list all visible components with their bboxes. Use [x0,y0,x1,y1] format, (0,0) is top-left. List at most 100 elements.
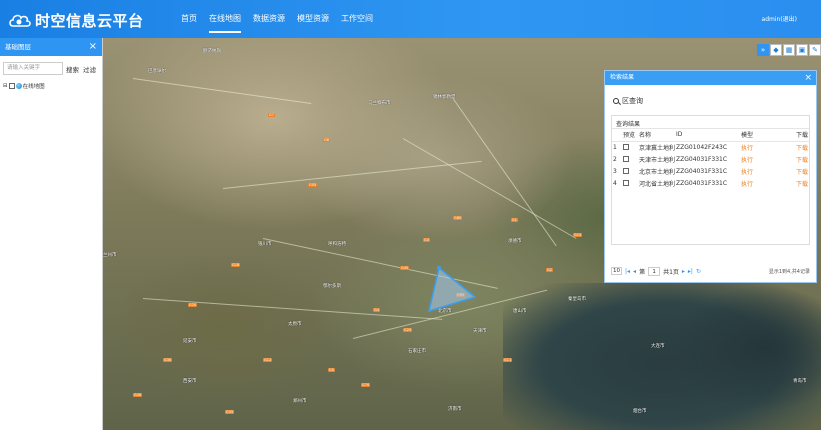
globe-icon [15,83,22,89]
map-label: 延安市 [183,339,197,344]
area-query-label: 区查询 [622,97,643,105]
pen-icon[interactable]: ✎ [809,44,821,56]
map-label: 青岛市 [793,379,807,384]
highway-shield: G55 [308,183,318,187]
refresh-icon[interactable]: ↻ [696,268,701,275]
highway-shield: G12 [263,358,273,362]
map-label: 大连市 [651,344,665,349]
map-label: 郑州市 [293,399,307,404]
search-icon [613,98,619,104]
nav-model-resources[interactable]: 模型资源 [291,0,335,38]
col-header-id: ID [675,129,740,142]
results-table: 预览 名称 ID 模型 下载 1 京津冀土地利用基 ZZG01042F243C … [612,129,810,189]
layer-search-input[interactable]: 请输入关键字 [3,62,63,75]
map-label: 济南市 [448,407,462,412]
col-header-model: 模型 [740,129,770,142]
col-header-preview: 预览 [622,129,638,142]
nav-online-map[interactable]: 在线地图 [203,0,247,38]
table-header-row: 预览 名称 ID 模型 下载 [612,129,810,142]
collapse-icon[interactable]: ⊟ [3,83,8,89]
layer-tree-item[interactable]: ⊟ 在线地图 [0,75,102,90]
highway-shield: G11 [503,358,513,362]
top-header: 时空信息云平台 首页 在线地图 数据资源 模型资源 工作空间 admin(退出) [0,0,821,38]
total-pages: 共1页 [663,268,679,276]
filter-button[interactable]: 过滤 [82,64,97,74]
next-page-icon[interactable]: ▸ [682,268,685,275]
layers-icon[interactable]: ◆ [770,44,782,56]
layer-checkbox[interactable] [8,83,15,89]
page-number-input[interactable]: 1 [648,266,661,276]
map-label: 银川市 [258,242,272,247]
highway-shield: G40 [133,393,143,397]
search-button[interactable]: 搜索 [65,64,80,74]
window-header[interactable]: 检索结果 × [605,71,816,85]
map-label: 唐山市 [513,309,527,314]
first-page-icon[interactable]: |◂ [625,268,630,275]
area-query-option[interactable]: 区查询 [605,85,816,106]
preview-checkbox[interactable] [623,156,629,162]
row-id: ZZG01042F243C [676,143,728,151]
download-link[interactable]: 下载 [770,165,810,177]
table-row[interactable]: 3 北京市土地利用基 ZZG04031F331C 执行 下载 [612,165,810,177]
table-row[interactable]: 4 河北省土地利用基 ZZG04031F331C 执行 下载 [612,177,810,189]
preview-checkbox[interactable] [623,180,629,186]
table-row[interactable]: 2 天津市土地利用基 ZZG04031F331C 执行 下载 [612,153,810,165]
query-polygon[interactable] [423,263,483,318]
cloud-icon [8,11,32,29]
picture-icon[interactable]: ▣ [796,44,808,56]
nav-workspace[interactable]: 工作空间 [335,0,379,38]
row-id: ZZG04031F331C [676,155,728,163]
road-line [142,298,443,320]
row-id: ZZG04031F331C [676,167,728,175]
map-label: 烟台市 [633,409,647,414]
results-panel: 查询结果 预览 名称 ID 模型 下载 1 京津冀土地利用基 [611,115,810,245]
row-id: ZZG04031F331C [676,179,728,187]
col-header-index [612,129,622,142]
logo[interactable]: 时空信息云平台 [8,9,144,31]
execute-link[interactable]: 执行 [740,177,770,189]
highway-shield: G1 [511,218,518,222]
last-page-icon[interactable]: ▸| [688,268,693,275]
results-title: 查询结果 [612,116,809,129]
map-label: 乌兰察布市 [368,101,391,106]
preview-checkbox[interactable] [623,168,629,174]
close-icon[interactable]: × [804,71,812,85]
base-layer-panel: 基础图层 × 请输入关键字 搜索 过滤 ⊟ 在线地图 [0,38,103,430]
query-results-window: 检索结果 × 区查询 查询结果 预览 名称 ID 模型 下载 1 京津冀土地利 … [604,70,817,283]
map-label: 太原市 [288,322,302,327]
highway-shield: G20 [188,303,198,307]
execute-link[interactable]: 执行 [740,165,770,177]
table-row[interactable]: 1 京津冀土地利用基 ZZG01042F243C 执行 下载 [612,141,810,153]
highway-shield: G25 [403,328,413,332]
map-label: 巴彦淖尔 [148,69,166,74]
highway-shield: G18 [231,263,241,267]
download-link[interactable]: 下载 [770,153,810,165]
row-index: 1 [613,143,617,151]
row-index: 3 [613,167,617,175]
road-line [402,138,577,239]
page-size-select[interactable]: 10 [611,267,622,275]
preview-checkbox[interactable] [623,144,629,151]
close-icon[interactable]: × [89,38,97,56]
execute-link[interactable]: 执行 [740,153,770,165]
highway-shield: G30 [163,358,173,362]
pagination-info: 显示1到4,共4记录 [768,268,810,275]
highway-shield: G5 [328,368,335,372]
prev-page-icon[interactable]: ◂ [633,268,636,275]
nav-home[interactable]: 首页 [175,0,203,38]
page-prefix: 第 [639,268,646,276]
download-link[interactable]: 下载 [770,177,810,189]
user-logout-link[interactable]: admin(退出) [762,14,797,23]
download-link[interactable]: 下载 [770,141,810,153]
panel-title: 基础图层 [5,43,31,51]
layer-label: 在线地图 [22,84,45,90]
execute-link[interactable]: 执行 [740,141,770,153]
row-name: 京津冀土地利用基 [639,144,675,152]
pagination-bar: 10 |◂ ◂ 第 1 共1页 ▸ ▸| ↻ 显示1到4,共4记录 [611,266,810,276]
highway-shield: G3 [423,238,430,242]
chart-icon[interactable]: ▦ [783,44,795,56]
nav-data-resources[interactable]: 数据资源 [247,0,291,38]
map-label: 呼和浩特 [328,242,346,247]
map-label: 额济纳旗 [203,49,221,54]
expand-icon[interactable]: » [757,44,769,56]
